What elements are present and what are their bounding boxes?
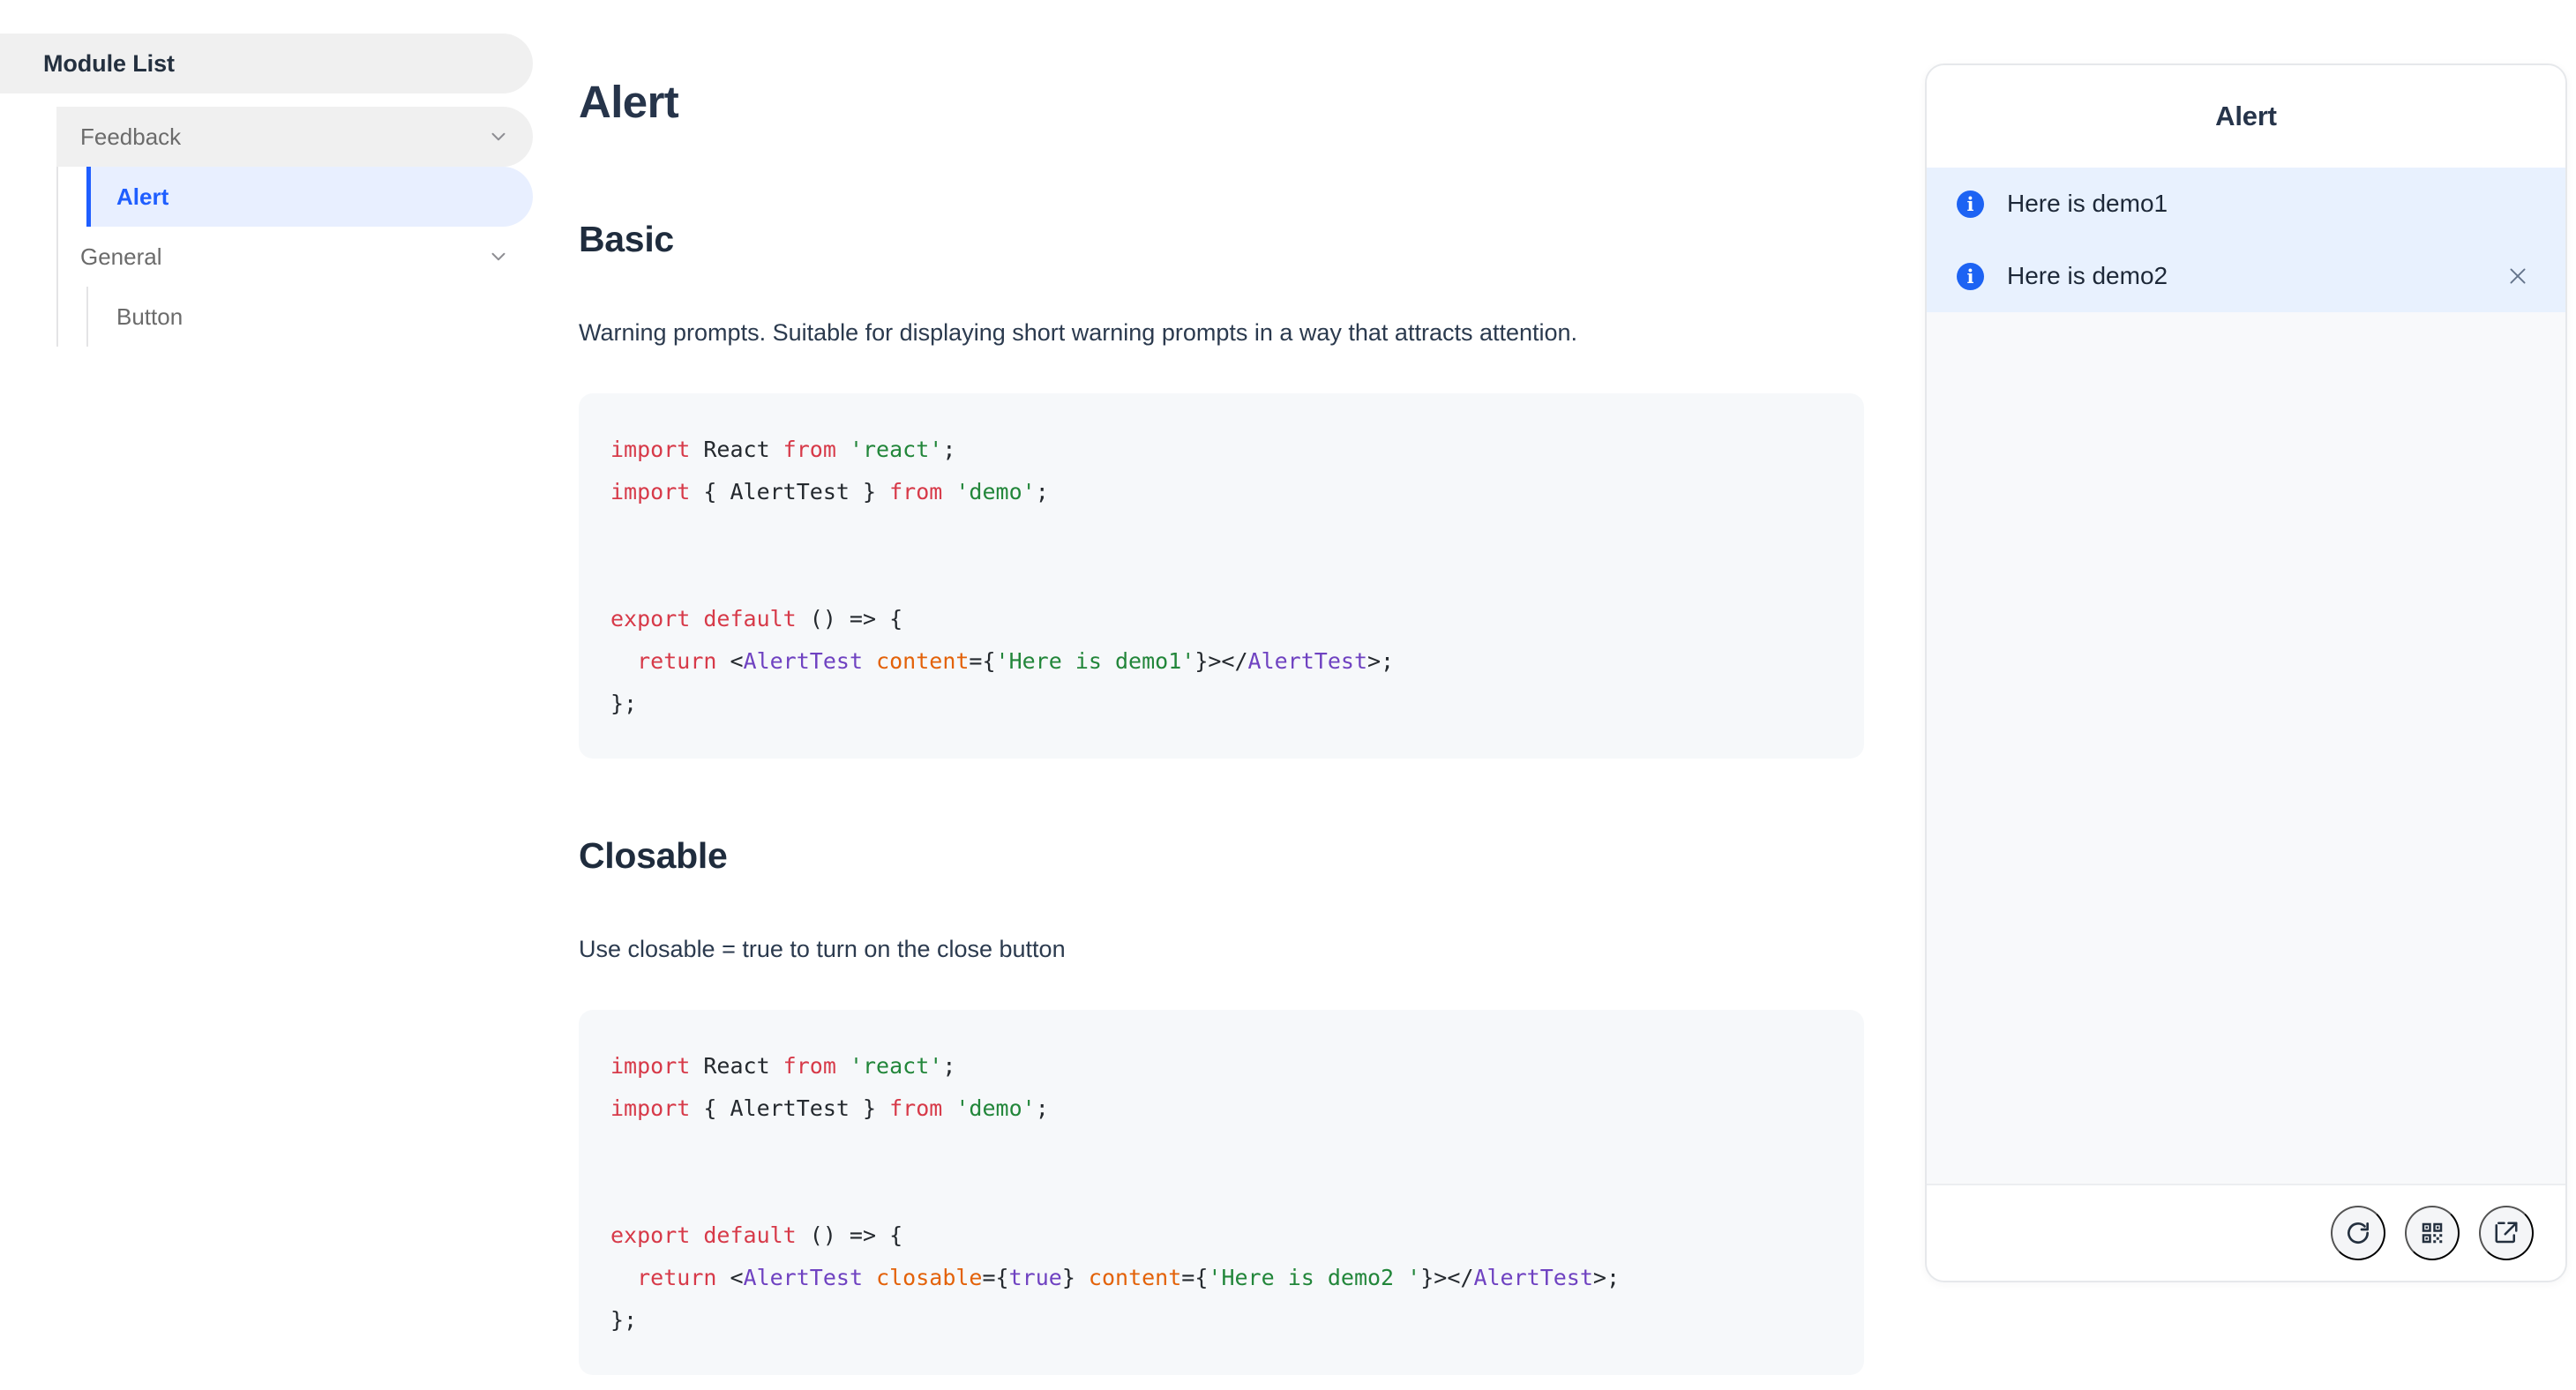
- alert-message: Here is demo2: [2007, 262, 2168, 289]
- tree-children-general: Button: [0, 287, 533, 347]
- refresh-icon[interactable]: [2331, 1206, 2385, 1260]
- alert-stack: i Here is demo1 i Here is demo2: [1927, 168, 2565, 312]
- sidebar-item-label-button: Button: [116, 303, 183, 330]
- external-link-icon[interactable]: [2479, 1206, 2534, 1260]
- page-title: Alert: [579, 77, 679, 127]
- code-block-basic[interactable]: import React from 'react'; import { Aler…: [579, 392, 1864, 759]
- qr-code-icon[interactable]: [2405, 1206, 2460, 1260]
- preview-panel: Alert i Here is demo1 i Here is demo2: [1925, 64, 2567, 1282]
- preview-header: Alert: [1927, 65, 2565, 168]
- section-title-basic: Basic: [579, 219, 674, 259]
- alert-item: i Here is demo2: [1927, 240, 2565, 312]
- sidebar-item-label-alert: Alert: [116, 183, 169, 210]
- sidebar-group-label-feedback: Feedback: [80, 123, 182, 150]
- chevron-down-icon[interactable]: [487, 125, 510, 148]
- main-content: Alert Basic Warning prompts. Suitable fo…: [533, 0, 1883, 1390]
- selection-indicator: [86, 167, 91, 227]
- sidebar-group-general[interactable]: General: [56, 227, 533, 287]
- preview-footer: [1927, 1184, 2565, 1281]
- sidebar-item-alert[interactable]: Alert: [86, 167, 533, 227]
- section-description-basic: Warning prompts. Suitable for displaying…: [579, 319, 1578, 346]
- section-closable: Closable Use closable = true to turn on …: [579, 834, 1883, 1375]
- section-basic: Basic Warning prompts. Suitable for disp…: [579, 221, 1883, 759]
- info-icon: i: [1957, 190, 1984, 218]
- section-description-closable: Use closable = true to turn on the close…: [579, 935, 1066, 962]
- alert-message: Here is demo1: [2007, 190, 2168, 217]
- sidebar: Module List Feedback Alert General Butto…: [0, 0, 533, 1390]
- sidebar-group-feedback[interactable]: Feedback: [56, 107, 533, 167]
- close-icon[interactable]: [2500, 258, 2535, 294]
- sidebar-title-label: Module List: [43, 49, 175, 77]
- tree-children-feedback: Alert: [0, 167, 533, 227]
- tree-group-feedback: Feedback Alert: [0, 107, 533, 227]
- code-block-closable[interactable]: import React from 'react'; import { Aler…: [579, 1009, 1864, 1375]
- chevron-down-icon[interactable]: [487, 245, 510, 268]
- alert-item: i Here is demo1: [1927, 168, 2565, 240]
- preview-title: Alert: [2215, 101, 2277, 131]
- module-tree: Feedback Alert General Button: [0, 107, 533, 347]
- app-root: Module List Feedback Alert General Butto…: [0, 0, 2576, 1390]
- sidebar-title: Module List: [0, 34, 533, 93]
- sidebar-group-label-general: General: [80, 243, 162, 270]
- preview-body: i Here is demo1 i Here is demo2: [1927, 168, 2565, 1184]
- info-icon: i: [1957, 262, 1984, 290]
- tree-group-general: General Button: [0, 227, 533, 347]
- sidebar-item-button[interactable]: Button: [86, 287, 533, 347]
- section-title-closable: Closable: [579, 834, 728, 876]
